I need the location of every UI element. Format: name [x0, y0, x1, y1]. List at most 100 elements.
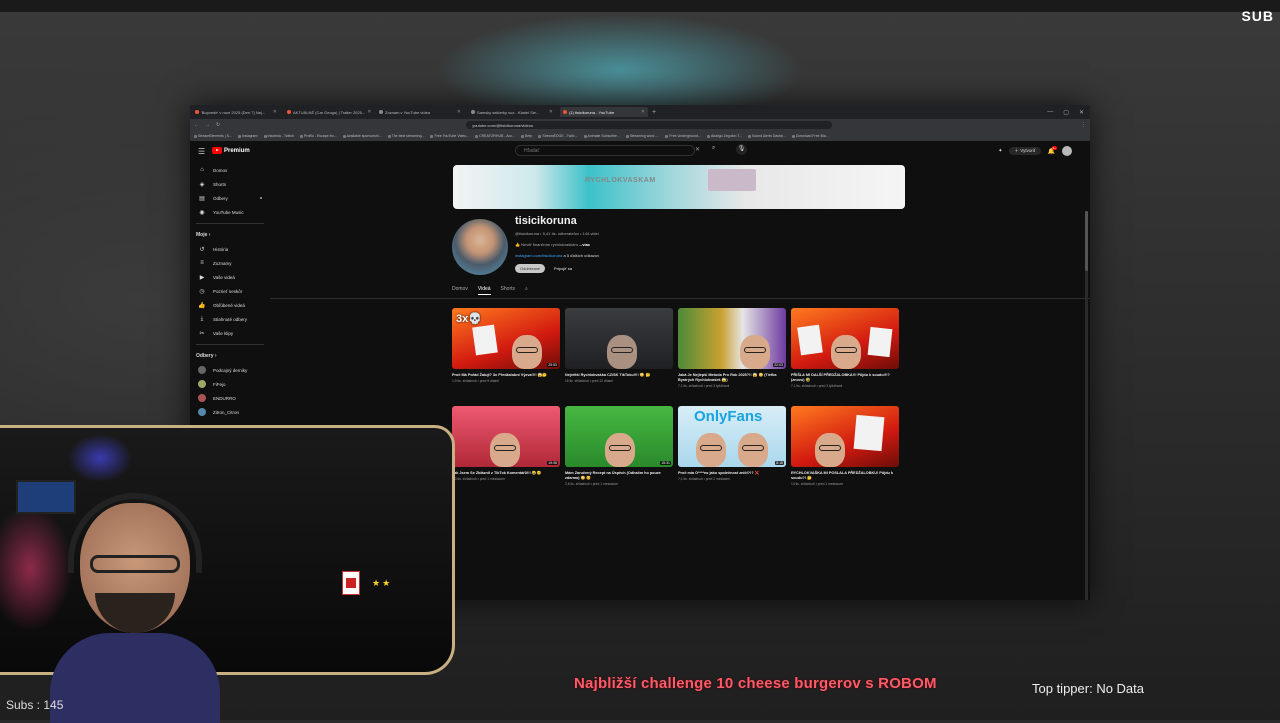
sidebar-item-playlists[interactable]: ≡ Zoznamy — [190, 256, 270, 270]
close-icon[interactable]: ✕ — [641, 109, 645, 115]
bookmark[interactable]: StreamElements | S... — [194, 134, 232, 138]
browser-tab[interactable]: 'Bopvede' v roce 2025 (Den 7) Nej... ✕ — [192, 107, 280, 117]
channel-avatar-large[interactable] — [452, 219, 508, 275]
minimize-icon[interactable]: — — [1047, 109, 1053, 116]
close-icon[interactable]: ✕ — [273, 109, 277, 115]
sidebar-item-downloads[interactable]: ⤓ Stiahnuté odbery — [190, 312, 270, 326]
bookmark[interactable]: Animate Subscribe... — [584, 134, 620, 138]
bookmark[interactable]: CREATORHUB - Acc... — [475, 134, 515, 138]
video-thumbnail[interactable] — [791, 308, 899, 369]
sidebar-item-watch-later[interactable]: ◷ Pozrieť neskôr — [190, 284, 270, 298]
bookmark[interactable]: Inkobrok - Twitch — [264, 134, 294, 138]
video-card[interactable]: OnlyFans 8:18 Proč mía O****ns jako spol… — [678, 406, 786, 496]
face-graphic — [512, 335, 542, 369]
channel-description[interactable]: 👍 Nevěř finančním rychlokvaškám ...viac — [515, 242, 590, 247]
video-title[interactable]: RYCHLOKVAŠKA MI POSLALA PŘEDŽALOBKU! Půj… — [791, 471, 899, 481]
bookmark[interactable]: The best streaming... — [388, 134, 425, 138]
tab-shorts[interactable]: Shorts — [501, 286, 515, 295]
clear-icon[interactable]: ✕ — [695, 146, 700, 153]
video-title[interactable]: Proč mía O****ns jako společnost zničí?!… — [678, 471, 786, 476]
microphone-icon[interactable]: 🎙 — [736, 144, 747, 155]
extensions-icon[interactable]: ⋮ — [1081, 122, 1086, 128]
video-card[interactable]: PŘIŠLA MI DALŠÍ PŘEDŽALOBKA!!! Půjdu k s… — [791, 308, 899, 398]
bookmark[interactable]: Sound Alerts Dashb... — [748, 134, 786, 138]
video-thumbnail[interactable]: 22:03 — [678, 308, 786, 369]
bookmark[interactable]: StreamEDGE - Twitc... — [538, 134, 577, 138]
headset — [68, 493, 202, 573]
video-thumbnail[interactable] — [565, 308, 673, 369]
bookmark[interactable]: Free Underground... — [665, 134, 701, 138]
subscribed-button[interactable]: Odoberané — [515, 264, 546, 273]
browser-tab[interactable]: AKTUÁLNĚ (Car Geogo) | Trailer 2025... ✕ — [284, 107, 372, 117]
video-card[interactable]: 3x💀 25:53 Proč Má Pořád Žaluji? 3x Předž… — [452, 308, 560, 398]
video-card[interactable]: 22:03 Jaká Je Nejlepší Metoda Pro Rok 20… — [678, 308, 786, 398]
back-icon[interactable]: ← — [194, 122, 199, 128]
browser-tab-active[interactable]: (1) tisicikoruna - YouTube ✕ — [560, 107, 648, 117]
bookmark[interactable]: Berp — [521, 134, 532, 138]
video-card[interactable]: 15:31 Mám Zaručený Recept na Úspěch (Odh… — [565, 406, 673, 496]
sidebar-item-clips[interactable]: ✂ Vaše klipy — [190, 326, 270, 340]
video-title[interactable]: Proč Má Pořád Žaluji? 3x Předžalobní Výz… — [452, 373, 560, 378]
channel-links[interactable]: instagram.com/tisicikoruna a 5 ďalších o… — [515, 253, 599, 258]
sidebar-item-subscriptions[interactable]: ▤ Odbery — [190, 191, 270, 205]
sidebar-section-me[interactable]: Moje › — [190, 228, 270, 242]
sidebar-item-your-videos[interactable]: ▶ Vaše videá — [190, 270, 270, 284]
account-avatar[interactable] — [1062, 146, 1072, 156]
bookmark[interactable]: Abaligo Zegofon T... — [707, 134, 742, 138]
create-button[interactable]: ＋ Vytvoriť — [1009, 147, 1041, 155]
search-icon[interactable]: ⌕ — [525, 286, 528, 295]
tab-home[interactable]: Domov — [452, 286, 468, 295]
bookmark[interactable]: Profilu - Escape fro... — [300, 134, 337, 138]
video-thumbnail[interactable]: 3x💀 25:53 — [452, 308, 560, 369]
sidebar-item-youtube-music[interactable]: ◉ YouTube Music — [190, 205, 270, 219]
channel-avatar — [198, 394, 206, 402]
sidebar-subscription[interactable]: Zitron_Citron — [190, 405, 270, 419]
video-title[interactable]: Mám Zaručený Recept na Úspěch (Odhalím h… — [565, 471, 673, 481]
sidebar-item-shorts[interactable]: ◈ Shorts — [190, 177, 270, 191]
cast-icon[interactable]: ✦ — [998, 148, 1002, 154]
video-card[interactable]: RYCHLOKVAŠKA MI POSLALA PŘEDŽALOBKU! Půj… — [791, 406, 899, 496]
new-tab-icon[interactable]: + — [652, 109, 656, 116]
browser-tab[interactable]: Zoznam v YouTube videa ✕ — [376, 107, 464, 117]
bookmark[interactable]: Free YouTube Video... — [430, 134, 469, 138]
notifications-bell-icon[interactable]: 🔔 9+ — [1048, 145, 1057, 155]
scrollbar-thumb[interactable] — [1085, 211, 1088, 271]
video-thumbnail[interactable] — [791, 406, 899, 467]
youtube-favicon-icon — [195, 110, 199, 114]
sidebar-item-history[interactable]: ↺ História — [190, 242, 270, 256]
close-icon[interactable]: ✕ — [549, 109, 553, 115]
youtube-logo[interactable]: Premium — [212, 147, 250, 154]
video-title[interactable]: Největší Rychlokvaška CZ/SK TikToku!!!! … — [565, 373, 673, 378]
maximize-icon[interactable]: ▢ — [1063, 109, 1069, 116]
sidebar-subscription[interactable]: Podcajný derniky — [190, 363, 270, 377]
address-bar[interactable]: youtube.com/@tisicikoruna/videos — [466, 121, 833, 129]
video-thumbnail[interactable]: OnlyFans 8:18 — [678, 406, 786, 467]
bookmark[interactable]: Streaming word -... — [626, 134, 660, 138]
search-input[interactable]: Hľadať — [515, 145, 695, 156]
reload-icon[interactable]: ↻ — [216, 122, 220, 128]
video-title[interactable]: Jaká Je Nejlepší Metoda Pro Rok 2025?!! … — [678, 373, 786, 383]
forward-icon[interactable]: → — [205, 122, 210, 128]
video-card[interactable]: 19:08 Jak Jsem Se Zbláznil z TikTok Kome… — [452, 406, 560, 496]
video-title[interactable]: Jak Jsem Se Zbláznil z TikTok Komentářů!… — [452, 471, 560, 476]
video-thumbnail[interactable]: 19:08 — [452, 406, 560, 467]
sidebar-subscription[interactable]: ENDURRO — [190, 391, 270, 405]
bookmark[interactable]: Download Free Bla... — [792, 134, 829, 138]
video-thumbnail[interactable]: 15:31 — [565, 406, 673, 467]
sidebar-subscription[interactable]: FiFejo — [190, 377, 270, 391]
sidebar-item-home[interactable]: ⌂ Domov — [190, 163, 270, 177]
tab-videos[interactable]: Videá — [477, 286, 491, 295]
video-card[interactable]: Největší Rychlokvaška CZ/SK TikToku!!!! … — [565, 308, 673, 398]
browser-tab[interactable]: Samsky sekierky soz - Kladel Sie... ✕ — [468, 107, 556, 117]
close-icon[interactable]: ✕ — [367, 109, 371, 115]
hamburger-menu-icon[interactable]: ☰ — [198, 147, 205, 156]
bookmark[interactable]: Available sponsorshi... — [343, 134, 382, 138]
join-button[interactable]: Pripojiť sa — [550, 264, 576, 273]
bookmark[interactable]: Instagram — [238, 134, 258, 138]
close-window-icon[interactable]: ✕ — [1079, 109, 1084, 116]
close-icon[interactable]: ✕ — [457, 109, 461, 115]
sidebar-section-subscriptions[interactable]: Odbery › — [190, 349, 270, 363]
video-title[interactable]: PŘIŠLA MI DALŠÍ PŘEDŽALOBKA!!! Půjdu k s… — [791, 373, 899, 383]
search-icon[interactable]: ⌕ — [712, 145, 715, 152]
sidebar-item-liked-videos[interactable]: 👍 Obľúbené videá — [190, 298, 270, 312]
